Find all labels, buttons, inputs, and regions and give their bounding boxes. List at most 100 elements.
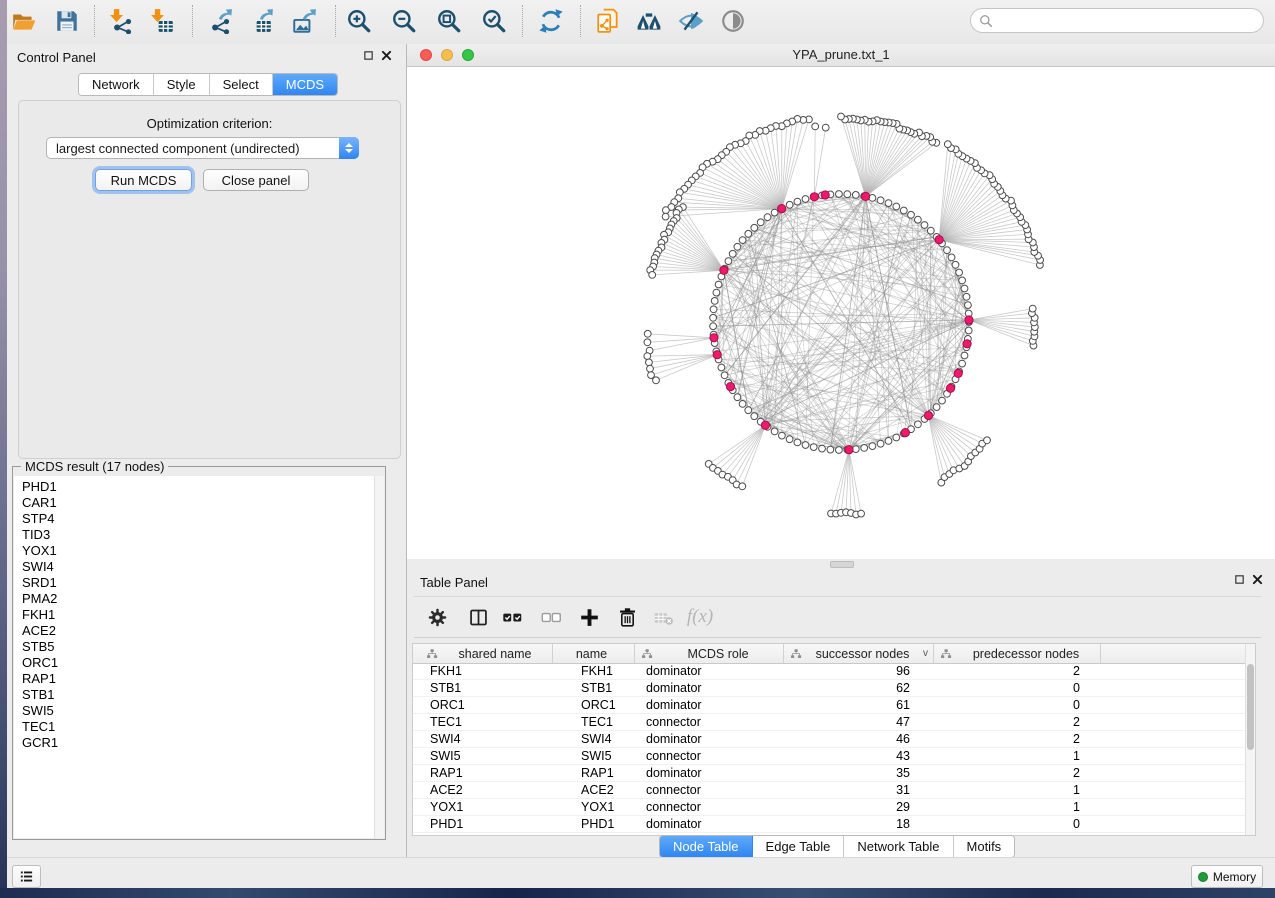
mcds-node [963, 340, 971, 348]
clone-network-icon[interactable] [592, 5, 624, 37]
network-search-box[interactable] [970, 8, 1264, 33]
table-panel-title: Table Panel [420, 575, 488, 590]
result-node[interactable]: SRD1 [14, 575, 384, 591]
table-toolbar: f(x) [414, 596, 1261, 638]
zoom-selected-icon[interactable] [478, 5, 510, 37]
search-input[interactable] [999, 12, 1263, 29]
select-all-icon[interactable] [498, 604, 526, 630]
result-node[interactable]: RAP1 [14, 671, 384, 687]
task-history-button[interactable] [12, 865, 41, 888]
tab-motifs[interactable]: Motifs [954, 836, 1015, 857]
tab-network[interactable]: Network [79, 74, 154, 95]
import-table-icon[interactable] [147, 5, 179, 37]
mcds-node [901, 429, 909, 437]
splitter-grip[interactable] [830, 561, 854, 568]
column-header-MCDS-role[interactable]: MCDS role [635, 644, 784, 663]
float-panel-icon[interactable] [363, 50, 374, 61]
hide-panels-icon[interactable] [675, 5, 707, 37]
tab-node-table[interactable]: Node Table [660, 836, 753, 857]
mcds-result-list[interactable]: PHD1CAR1STP4TID3YOX1SWI4SRD1PMA2FKH1ACE2… [14, 476, 384, 838]
network-view[interactable] [407, 67, 1275, 559]
table-row[interactable]: SWI5SWI5connector431 [413, 748, 1246, 765]
table-tabs: Node TableEdge TableNetwork TableMotifs [659, 835, 1015, 858]
mcds-node [778, 205, 786, 213]
result-node[interactable]: ACE2 [14, 623, 384, 639]
table-row[interactable]: TEC1TEC1connector472 [413, 714, 1246, 731]
tab-select[interactable]: Select [210, 74, 273, 95]
table-row[interactable]: ACE2ACE2connector311 [413, 782, 1246, 799]
result-node[interactable]: GCR1 [14, 735, 384, 751]
float-table-panel-icon[interactable] [1234, 574, 1245, 585]
show-panels-icon[interactable] [717, 5, 749, 37]
toolbar-separator [192, 5, 193, 37]
refresh-icon[interactable] [535, 5, 567, 37]
result-node[interactable]: STB5 [14, 639, 384, 655]
close-panel-icon[interactable] [381, 50, 392, 61]
table-settings-icon[interactable] [423, 604, 451, 630]
table-row[interactable]: YOX1YOX1connector291 [413, 799, 1246, 816]
desktop-wallpaper-bottom [0, 888, 1275, 898]
result-node[interactable]: FKH1 [14, 607, 384, 623]
memory-button[interactable]: Memory [1191, 865, 1263, 888]
control-panel: Control Panel NetworkStyleSelectMCDS Opt… [7, 44, 407, 858]
optimization-criterion-select[interactable]: largest connected component (undirected) [46, 137, 359, 159]
column-header-successor-nodes[interactable]: successor nodesv [784, 644, 934, 663]
main-toolbar [7, 0, 1275, 45]
table-row[interactable]: SWI4SWI4dominator462 [413, 731, 1246, 748]
column-header-predecessor-nodes[interactable]: predecessor nodes [934, 644, 1101, 663]
add-column-icon[interactable] [575, 604, 603, 630]
import-network-icon[interactable] [106, 5, 138, 37]
table-row[interactable]: RAP1RAP1dominator352 [413, 765, 1246, 782]
zoom-fit-icon[interactable] [433, 5, 465, 37]
table-row[interactable]: FKH1FKH1dominator962 [413, 663, 1246, 680]
result-node[interactable]: CAR1 [14, 495, 384, 511]
task-list-icon [19, 869, 34, 884]
tab-network-table[interactable]: Network Table [844, 836, 953, 857]
zoom-out-icon[interactable] [388, 5, 420, 37]
search-network-icon[interactable] [633, 5, 665, 37]
tab-style[interactable]: Style [154, 74, 210, 95]
result-node[interactable]: ORC1 [14, 655, 384, 671]
save-session-icon[interactable] [51, 5, 83, 37]
close-table-panel-icon[interactable] [1252, 574, 1263, 585]
result-node[interactable]: STP4 [14, 511, 384, 527]
table-row[interactable]: PHD1PHD1dominator180 [413, 816, 1246, 833]
optimization-criterion-value: largest connected component (undirected) [47, 141, 339, 156]
close-panel-button[interactable]: Close panel [203, 169, 309, 191]
horizontal-splitter[interactable] [407, 559, 1275, 568]
export-image-icon[interactable] [288, 5, 320, 37]
mcds-node [720, 266, 728, 274]
deselect-all-icon[interactable] [537, 604, 565, 630]
result-node[interactable]: PHD1 [14, 479, 384, 495]
column-header-shared-name[interactable]: shared name [420, 644, 553, 663]
right-region: YPA_prune.txt_1 Table Panel f(x) shared … [407, 44, 1275, 858]
table-row[interactable]: ORC1ORC1dominator610 [413, 697, 1246, 714]
attribute-tree-icon [426, 648, 438, 660]
tab-edge-table[interactable]: Edge Table [753, 836, 845, 857]
result-node[interactable]: STB1 [14, 687, 384, 703]
result-node[interactable]: SWI4 [14, 559, 384, 575]
tab-mcds[interactable]: MCDS [273, 74, 337, 95]
result-node[interactable]: YOX1 [14, 543, 384, 559]
result-node[interactable]: TEC1 [14, 719, 384, 735]
function-builder-icon: f(x) [686, 604, 714, 630]
open-file-icon[interactable] [8, 5, 40, 37]
table-scrollbar-thumb[interactable] [1247, 664, 1254, 750]
delete-column-icon[interactable] [613, 604, 641, 630]
destroy-table-icon [649, 604, 677, 630]
optimization-criterion-label: Optimization criterion: [19, 116, 400, 131]
result-list-scrollbar[interactable] [374, 476, 384, 838]
result-node[interactable]: SWI5 [14, 703, 384, 719]
run-mcds-button[interactable]: Run MCDS [95, 169, 192, 191]
export-network-icon[interactable] [204, 5, 236, 37]
result-node[interactable]: PMA2 [14, 591, 384, 607]
search-icon [979, 14, 993, 28]
table-scrollbar[interactable] [1245, 644, 1255, 835]
zoom-in-icon[interactable] [343, 5, 375, 37]
mcds-node [965, 316, 973, 324]
toggle-columns-icon[interactable] [464, 604, 492, 630]
export-table-icon[interactable] [245, 5, 277, 37]
result-node[interactable]: TID3 [14, 527, 384, 543]
table-row[interactable]: STB1STB1dominator620 [413, 680, 1246, 697]
column-header-name[interactable]: name [553, 644, 635, 663]
